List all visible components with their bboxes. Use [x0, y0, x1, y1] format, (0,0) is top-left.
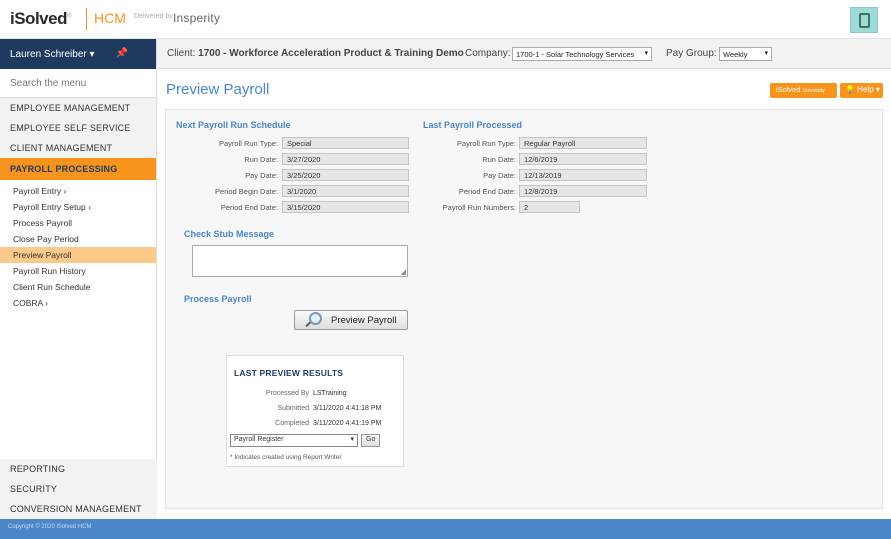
check-stub-title: Check Stub Message: [184, 229, 275, 239]
menu-item-reporting[interactable]: REPORTING: [0, 459, 157, 479]
chevron-down-icon: ▾: [350, 436, 354, 443]
menu-item-security[interactable]: SECURITY: [0, 479, 157, 499]
user-menu[interactable]: Lauren Schreiber ▾ 📌: [0, 39, 156, 69]
next-run-title: Next Payroll Run Schedule: [176, 120, 291, 130]
preview-payroll-label: Preview Payroll: [331, 315, 397, 326]
last-run-type-label: Payroll Run Type:: [456, 139, 516, 148]
paygroup-label: Pay Group:: [666, 48, 717, 59]
next-run-date-label: Run Date:: [244, 155, 278, 164]
sub-item-close-pay-period[interactable]: Close Pay Period: [0, 231, 156, 247]
logo-reg: ®: [66, 13, 71, 20]
submitted-value: 3/11/2020 4:41:18 PM: [313, 405, 382, 412]
logo-text: iSolved: [10, 9, 67, 28]
sub-item-client-run-schedule[interactable]: Client Run Schedule: [0, 279, 156, 295]
pin-icon[interactable]: 📌: [116, 48, 128, 59]
top-header: iSolved® HCM Delivered by Insperity: [0, 0, 891, 39]
last-run-numbers-label: Payroll Run Numbers:: [442, 203, 516, 212]
company-value: 1700-1 - Solar Technology Services: [516, 50, 635, 59]
sub-item-payroll-entry[interactable]: Payroll Entry ›: [0, 183, 156, 199]
sub-item-cobra[interactable]: COBRA ›: [0, 295, 156, 311]
menu-item-employee-management[interactable]: EMPLOYEE MANAGEMENT: [0, 98, 156, 118]
submitted-label: Submitted: [277, 405, 309, 412]
report-select[interactable]: Payroll Register ▾: [230, 434, 358, 447]
last-run-type-value: Regular Payroll: [519, 137, 647, 149]
magnifier-icon: [309, 312, 322, 325]
next-run-date-value: 3/27/2020: [282, 153, 409, 165]
sidebar: Lauren Schreiber ▾ 📌 Search the menu EMP…: [0, 39, 157, 519]
footer: Copyright © 2020 iSolved HCM: [0, 519, 891, 539]
copyright-text: Copyright © 2020 iSolved HCM: [8, 524, 92, 530]
last-run-date-label: Run Date:: [482, 155, 516, 164]
partner-logo: Insperity: [173, 11, 221, 25]
preview-panel: Next Payroll Run Schedule Payroll Run Ty…: [165, 109, 883, 509]
sub-item-preview-payroll[interactable]: Preview Payroll: [0, 247, 156, 263]
next-period-end-value: 3/15/2020: [282, 201, 409, 213]
last-pay-date-value: 12/13/2019: [519, 169, 647, 181]
report-select-value: Payroll Register: [234, 436, 284, 443]
sub-item-payroll-run-history[interactable]: Payroll Run History: [0, 263, 156, 279]
go-button[interactable]: Go: [361, 434, 380, 447]
chevron-down-icon: ▾: [89, 49, 95, 60]
delivered-by-text: Delivered by: [134, 13, 173, 20]
client-value: 1700 - Workforce Acceleration Product & …: [198, 48, 464, 59]
user-name: Lauren Schreiber: [10, 49, 87, 60]
last-period-end-value: 12/8/2019: [519, 185, 647, 197]
help-button[interactable]: 💡 Help ▾: [840, 83, 883, 98]
next-run-type-label: Payroll Run Type:: [218, 139, 278, 148]
next-period-end-label: Period End Date:: [220, 203, 278, 212]
last-run-title: Last Payroll Processed: [423, 120, 523, 130]
sub-item-payroll-entry-setup[interactable]: Payroll Entry Setup ›: [0, 199, 156, 215]
processed-by-value: LSTraining: [313, 390, 347, 397]
university-button[interactable]: iSolved University: [770, 83, 837, 98]
product-name: HCM: [94, 10, 126, 26]
menu-item-payroll-processing[interactable]: PAYROLL PROCESSING: [0, 158, 156, 180]
preview-payroll-button[interactable]: Preview Payroll: [294, 310, 408, 330]
page-title: Preview Payroll: [166, 81, 270, 98]
isolved-logo[interactable]: iSolved®: [10, 9, 71, 29]
main-content: Preview Payroll iSolved University 💡 Hel…: [157, 69, 891, 519]
chevron-down-icon: ▾: [644, 50, 648, 57]
last-preview-results: LAST PREVIEW RESULTS Processed By LSTrai…: [226, 355, 404, 467]
app-switcher-icon[interactable]: [850, 7, 878, 33]
last-run-numbers-value: 2: [519, 201, 580, 213]
report-writer-note: * Indicates created using Report Writer: [230, 454, 342, 461]
next-pay-date-value: 3/25/2020: [282, 169, 409, 181]
client-bar: Client: 1700 - Workforce Acceleration Pr…: [157, 39, 891, 69]
logo-divider: [86, 8, 87, 30]
university-small: University: [802, 88, 825, 94]
check-stub-textarea[interactable]: ◢: [192, 245, 408, 277]
client-label: Client:: [167, 48, 196, 59]
results-title: LAST PREVIEW RESULTS: [234, 368, 344, 378]
last-pay-date-label: Pay Date:: [483, 171, 516, 180]
company-select[interactable]: 1700-1 - Solar Technology Services ▾: [512, 47, 652, 61]
menu-item-employee-self-service[interactable]: EMPLOYEE SELF SERVICE: [0, 118, 156, 138]
process-payroll-title: Process Payroll: [184, 294, 252, 304]
sub-item-process-payroll[interactable]: Process Payroll: [0, 215, 156, 231]
processed-by-label: Processed By: [265, 390, 309, 397]
next-run-type-value: Special: [282, 137, 409, 149]
menu-item-client-management[interactable]: CLIENT MANAGEMENT: [0, 138, 156, 158]
next-pay-date-label: Pay Date:: [245, 171, 278, 180]
last-period-end-label: Period End Date:: [458, 187, 516, 196]
resize-grip-icon[interactable]: ◢: [401, 268, 406, 276]
next-period-begin-value: 3/1/2020: [282, 185, 409, 197]
paygroup-value: Weekly: [723, 50, 748, 59]
menu-search-input[interactable]: Search the menu: [0, 69, 156, 98]
chevron-down-icon: ▾: [764, 50, 768, 57]
completed-value: 3/11/2020 4:41:19 PM: [313, 420, 382, 427]
university-label: iSolved: [776, 85, 801, 94]
next-period-begin-label: Period Begin Date:: [215, 187, 278, 196]
client-info: Client: 1700 - Workforce Acceleration Pr…: [167, 48, 464, 59]
paygroup-select[interactable]: Weekly ▾: [719, 47, 772, 61]
company-label: Company:: [465, 48, 511, 59]
menu-item-conversion-management[interactable]: CONVERSION MANAGEMENT: [0, 499, 157, 519]
last-run-date-value: 12/6/2019: [519, 153, 647, 165]
completed-label: Completed: [275, 420, 309, 427]
